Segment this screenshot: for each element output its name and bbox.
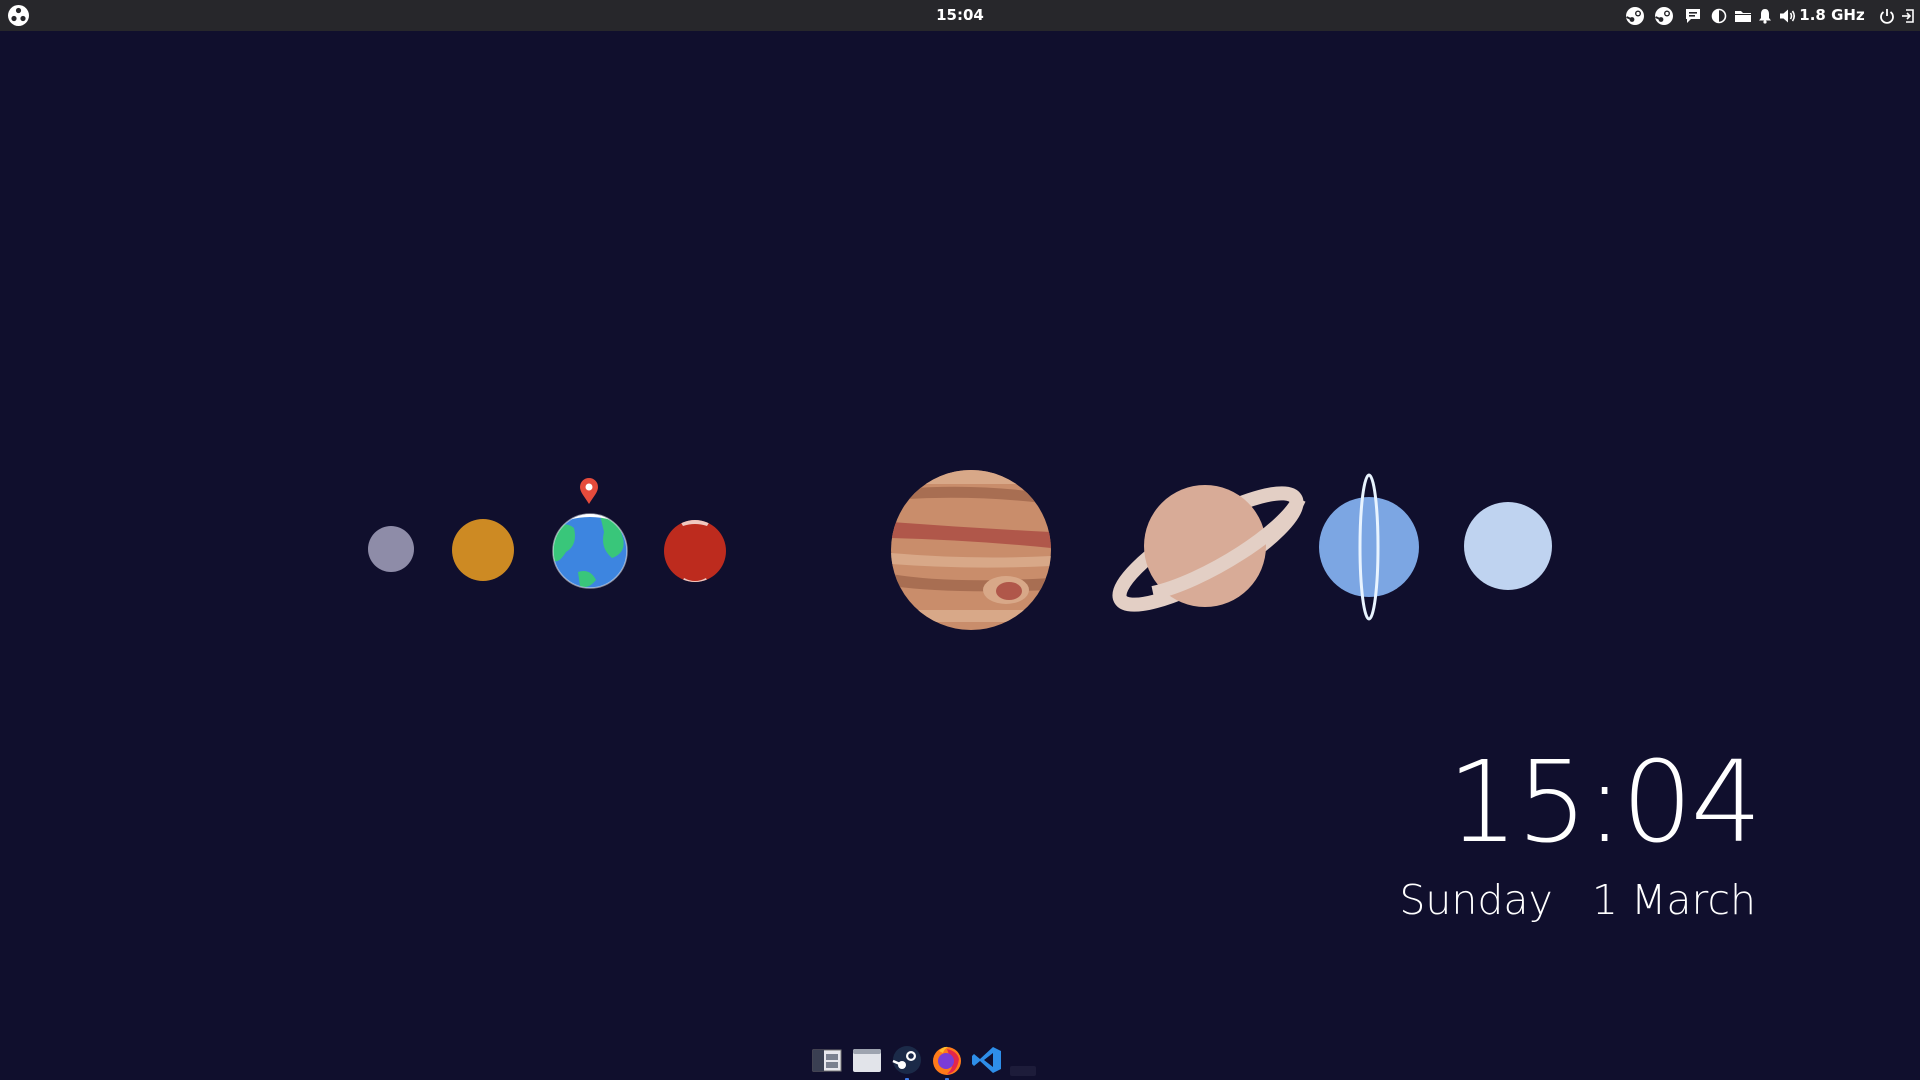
desktop-clock-date: Sunday 1 March <box>1399 876 1756 924</box>
dock-empty-slot <box>1010 1066 1036 1076</box>
planet-mars <box>664 520 726 582</box>
planet-neptune <box>1464 502 1552 590</box>
steam-icon <box>892 1046 921 1074</box>
planet-venus <box>452 519 514 581</box>
firefox-icon <box>933 1046 961 1075</box>
dock-vscode[interactable] <box>970 1043 1004 1077</box>
planet-saturn <box>1112 485 1306 612</box>
file-manager-icon <box>812 1049 842 1072</box>
planet-earth <box>552 513 628 589</box>
planet-mercury <box>368 526 414 572</box>
window-icon <box>853 1049 881 1072</box>
dock-steam[interactable] <box>890 1043 924 1080</box>
dock <box>806 1040 1046 1080</box>
dock-file-manager[interactable] <box>810 1043 844 1077</box>
desktop: 15:04 1.8 GHz 15:04 Sunday 1 March <box>0 0 1920 1080</box>
desktop-clock-time: 15:04 <box>1447 738 1762 868</box>
vscode-icon <box>972 1047 1001 1073</box>
map-pin-icon <box>580 478 598 504</box>
dock-window[interactable] <box>850 1043 884 1077</box>
dock-firefox[interactable] <box>930 1043 964 1080</box>
planet-jupiter <box>891 470 1051 630</box>
planet-uranus <box>1319 473 1419 621</box>
